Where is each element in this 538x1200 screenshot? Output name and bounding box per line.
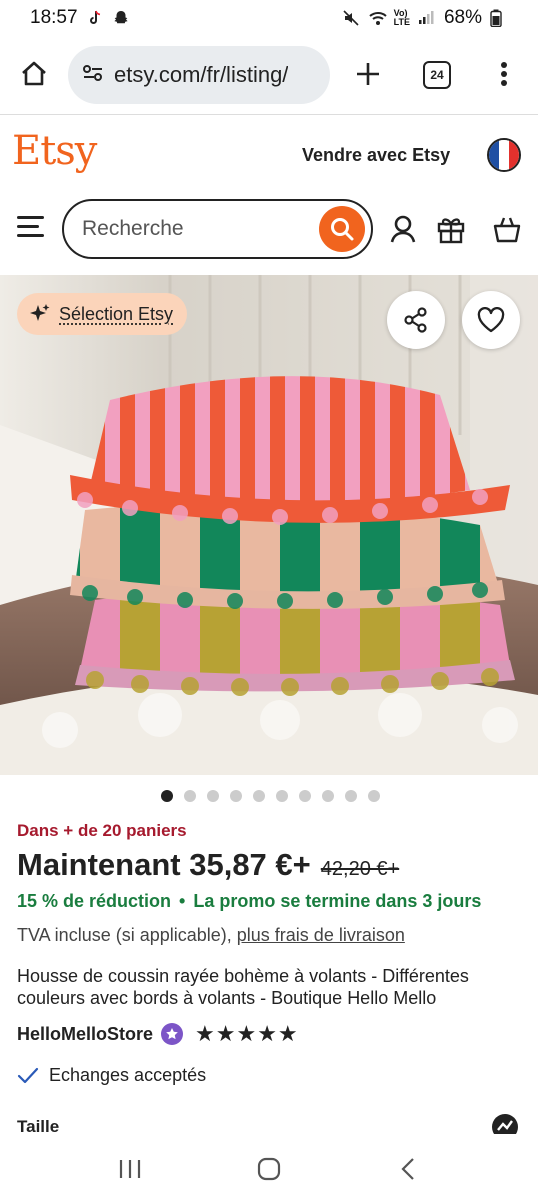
exchange-info: Echanges acceptés <box>17 1065 206 1086</box>
plus-icon <box>357 63 379 85</box>
checkmark-icon <box>17 1067 39 1083</box>
current-price: Maintenant 35,87 €+ <box>17 847 311 882</box>
address-bar[interactable]: etsy.com/fr/listing/ <box>68 46 330 104</box>
size-label: Taille <box>17 1117 60 1136</box>
carousel-dot[interactable] <box>230 790 242 802</box>
more-vertical-icon <box>501 62 507 86</box>
etsy-logo[interactable]: Etsy <box>12 128 97 174</box>
promo-separator: • <box>179 891 186 911</box>
volte-icon: Vo) LTE <box>393 8 410 27</box>
back-chevron-icon <box>401 1158 415 1180</box>
exchange-label: Echanges acceptés <box>49 1065 207 1085</box>
home-circle-icon <box>257 1157 281 1181</box>
battery-icon <box>490 9 508 28</box>
carousel-dot[interactable] <box>276 790 288 802</box>
tva-label: TVA incluse (si applicable), <box>17 925 232 945</box>
product-title: Housse de coussin rayée bohème à volants… <box>17 966 469 1008</box>
tab-switcher-button[interactable]: 24 <box>423 61 451 89</box>
shop-name-link[interactable]: HelloMelloStore <box>17 1024 153 1045</box>
status-bar: 18:57 Vo) LTE 68% <box>0 0 538 36</box>
sparkle-icon <box>30 304 50 321</box>
wifi-icon <box>368 9 387 27</box>
carousel-dot[interactable] <box>184 790 196 802</box>
carousel-dot[interactable] <box>368 790 380 802</box>
carousel-dot[interactable] <box>253 790 265 802</box>
star-seller-icon <box>161 1023 184 1045</box>
carousel-dot[interactable] <box>161 790 173 802</box>
clock: 18:57 <box>30 7 78 28</box>
home-icon <box>22 61 46 86</box>
promo-end-label: La promo se termine dans 3 jours <box>193 891 482 911</box>
mute-icon <box>342 9 360 27</box>
recent-apps-button[interactable] <box>110 1149 150 1189</box>
france-flag-icon[interactable] <box>487 138 521 172</box>
signal-icon <box>418 9 436 27</box>
basket-icon <box>493 217 521 243</box>
url-text: etsy.com/fr/listing/ <box>114 62 289 87</box>
share-icon <box>404 307 427 333</box>
tax-info: TVA incluse (si applicable), plus frais … <box>17 925 405 946</box>
browser-toolbar: etsy.com/fr/listing/ 24 <box>0 42 538 108</box>
price-row: Maintenant 35,87 €+ 42,20 €+ <box>17 847 399 883</box>
favorite-button[interactable] <box>462 291 520 349</box>
product-image[interactable]: Sélection Etsy <box>0 275 538 775</box>
etsy-pick-badge[interactable]: Sélection Etsy <box>17 293 188 335</box>
site-settings-icon[interactable] <box>82 63 104 88</box>
browser-menu-button[interactable] <box>490 56 518 92</box>
basket-count-notice: Dans + de 20 paniers <box>17 821 187 840</box>
carousel-dot[interactable] <box>345 790 357 802</box>
search-bar <box>62 199 373 259</box>
pillows-illustration <box>0 275 538 775</box>
heart-icon <box>477 307 505 333</box>
badge-label: Sélection Etsy <box>59 303 174 324</box>
cart-button[interactable] <box>491 212 523 246</box>
shipping-cost-link[interactable]: plus frais de livraison <box>237 925 405 945</box>
shop-row: HelloMelloStore ★★★★★ <box>17 1021 299 1047</box>
back-button[interactable] <box>388 1149 428 1189</box>
snapchat-icon <box>112 9 130 27</box>
home-system-button[interactable] <box>249 1149 289 1189</box>
gift-icon <box>437 218 465 244</box>
discount-label: 15 % de réduction <box>17 891 172 911</box>
search-button[interactable] <box>319 206 365 252</box>
menu-icon[interactable] <box>17 216 44 240</box>
image-carousel-dots[interactable] <box>161 790 380 802</box>
account-button[interactable] <box>387 212 419 246</box>
tiktok-icon <box>86 9 104 27</box>
gift-button[interactable] <box>435 212 467 246</box>
search-input[interactable] <box>82 217 302 241</box>
search-icon <box>331 218 354 241</box>
recent-apps-icon <box>119 1160 140 1178</box>
home-button[interactable] <box>16 56 52 92</box>
original-price: 42,20 €+ <box>320 858 400 880</box>
promo-row: 15 % de réduction • La promo se termine da… <box>17 891 481 912</box>
rating-stars[interactable]: ★★★★★ <box>195 1021 299 1047</box>
battery-percent: 68% <box>443 7 482 28</box>
size-guide-icon[interactable] <box>490 1112 520 1134</box>
sell-on-etsy-link[interactable]: Vendre avec Etsy <box>302 145 450 166</box>
carousel-dot[interactable] <box>322 790 334 802</box>
toolbar-divider <box>0 114 538 115</box>
user-icon <box>390 215 416 243</box>
system-navigation-bar <box>0 1138 538 1200</box>
share-button[interactable] <box>387 291 445 349</box>
new-tab-button[interactable] <box>350 56 386 92</box>
carousel-dot[interactable] <box>299 790 311 802</box>
carousel-dot[interactable] <box>207 790 219 802</box>
